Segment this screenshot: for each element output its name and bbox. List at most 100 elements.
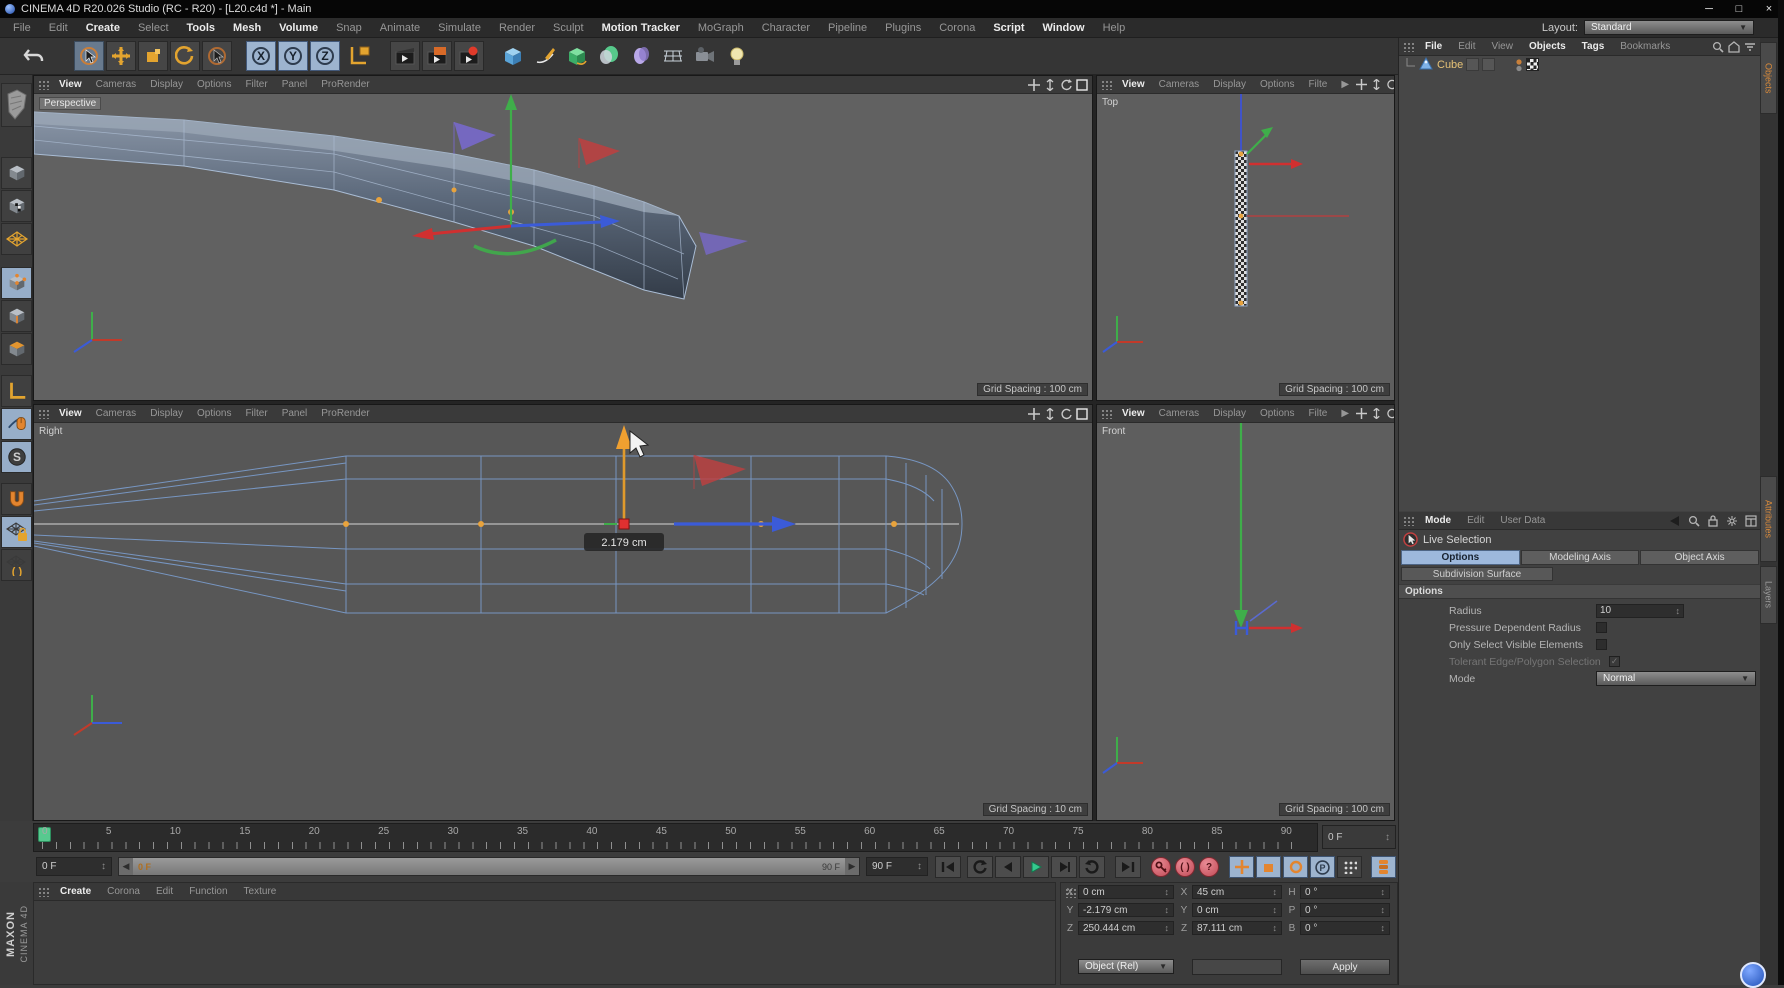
- record-keyframe-button[interactable]: [1151, 857, 1171, 877]
- menu-item[interactable]: MoGraph: [689, 22, 753, 34]
- menu-item[interactable]: Pipeline: [819, 22, 876, 34]
- lock-y-axis-button[interactable]: Y: [278, 41, 308, 71]
- pan-view-icon[interactable]: [1028, 408, 1040, 420]
- panel-menu-item[interactable]: Edit: [1459, 515, 1492, 526]
- viewport-menu-item[interactable]: Cameras: [89, 79, 144, 90]
- axis-mode-icon[interactable]: [1, 375, 32, 407]
- key-parameter-toggle[interactable]: P: [1310, 856, 1335, 878]
- menu-item[interactable]: Select: [129, 22, 178, 34]
- rotation-input[interactable]: 0 °↕: [1300, 903, 1390, 917]
- spinner-icon[interactable]: ↕: [1273, 887, 1278, 897]
- maximize-button[interactable]: □: [1724, 0, 1754, 18]
- menu-item[interactable]: Sculpt: [544, 22, 593, 34]
- rotate-view-icon[interactable]: [1386, 408, 1395, 419]
- texture-mode-icon[interactable]: [1, 190, 32, 222]
- visibility-dots-icon[interactable]: [1515, 58, 1523, 72]
- maximize-view-icon[interactable]: [1076, 79, 1088, 91]
- viewport-menu-item[interactable]: Display: [143, 79, 190, 90]
- undo-button[interactable]: [8, 41, 60, 71]
- play-button[interactable]: [1023, 856, 1049, 878]
- tab-objects[interactable]: Objects: [1760, 42, 1777, 114]
- previous-frame-button[interactable]: [995, 856, 1021, 878]
- viewport-menu-item[interactable]: ProRender: [314, 79, 376, 90]
- panel-menu-item[interactable]: Edit: [148, 886, 181, 897]
- spinner-icon[interactable]: ↕: [101, 861, 106, 872]
- make-editable-icon[interactable]: [1, 83, 32, 127]
- viewport-menu-item[interactable]: Display: [1206, 408, 1253, 419]
- menu-item[interactable]: Character: [753, 22, 819, 34]
- viewport-menu-item[interactable]: Display: [1206, 79, 1253, 90]
- rotate-view-icon[interactable]: [1060, 79, 1072, 91]
- record-parameters-button[interactable]: ( ): [1175, 857, 1195, 877]
- menu-item[interactable]: Plugins: [876, 22, 930, 34]
- live-selection-button[interactable]: [74, 41, 104, 71]
- key-pla-toggle[interactable]: [1337, 856, 1362, 878]
- timeline-ruler[interactable]: 051015202530354045505560657075808590: [33, 823, 1318, 852]
- size-input[interactable]: 0 cm↕: [1192, 903, 1282, 917]
- workplane-icon[interactable]: [1, 223, 32, 255]
- menu-item[interactable]: Snap: [327, 22, 371, 34]
- viewport-menu-item[interactable]: Filte: [1301, 408, 1334, 419]
- current-frame-field[interactable]: 0 F↕: [36, 857, 112, 876]
- gear-icon[interactable]: [1726, 515, 1738, 527]
- loop-button[interactable]: [1079, 856, 1105, 878]
- rotate-view-icon[interactable]: [1060, 408, 1072, 420]
- panel-menu-item[interactable]: Texture: [236, 886, 285, 897]
- viewport-menu-item[interactable]: Panel: [275, 79, 315, 90]
- panel-menu-item[interactable]: Bookmarks: [1612, 41, 1678, 52]
- workplane-toggle-icon[interactable]: ( ): [1, 549, 32, 581]
- size-input[interactable]: 45 cm↕: [1192, 885, 1282, 899]
- panel-menu-item[interactable]: User Data: [1492, 515, 1553, 526]
- lock-icon[interactable]: [1707, 515, 1719, 527]
- viewport-menu-item[interactable]: View: [52, 79, 89, 90]
- spinner-icon[interactable]: ↕: [1381, 905, 1386, 915]
- coordinate-space-dropdown[interactable]: Object (Rel)▼: [1078, 959, 1174, 974]
- add-environment-button[interactable]: [626, 41, 656, 71]
- render-settings-button[interactable]: [422, 41, 452, 71]
- add-camera-button[interactable]: [690, 41, 720, 71]
- material-manager[interactable]: CreateCoronaEditFunctionTexture: [33, 882, 1056, 985]
- viewport-perspective[interactable]: ViewCamerasDisplayOptionsFilterPanelProR…: [33, 75, 1093, 401]
- range-left-arrow-icon[interactable]: ◀: [119, 858, 133, 875]
- coordinate-system-button[interactable]: [342, 41, 376, 71]
- rotate-tool-button[interactable]: [170, 41, 200, 71]
- spinner-icon[interactable]: ↕: [1273, 923, 1278, 933]
- spinner-icon[interactable]: ↕: [1385, 832, 1390, 843]
- model-mode-icon[interactable]: [1, 157, 32, 189]
- attribute-tab[interactable]: Object Axis: [1640, 550, 1759, 565]
- add-subdivision-surface-button[interactable]: [562, 41, 592, 71]
- magnet-icon[interactable]: [1, 483, 32, 515]
- viewport-menu-item[interactable]: Display: [143, 408, 190, 419]
- viewport-menu-item[interactable]: ▶: [1334, 79, 1356, 90]
- panel-menu-item[interactable]: Tags: [1574, 41, 1613, 52]
- lock-x-axis-button[interactable]: X: [246, 41, 276, 71]
- object-manager[interactable]: Cube: [1399, 56, 1761, 511]
- lock-z-axis-button[interactable]: Z: [310, 41, 340, 71]
- menu-item[interactable]: Tools: [178, 22, 225, 34]
- home-icon[interactable]: [1728, 41, 1740, 53]
- position-input[interactable]: 0 cm↕: [1078, 885, 1174, 899]
- texture-tag-icon[interactable]: [1526, 58, 1539, 71]
- rotation-input[interactable]: 0 °↕: [1300, 921, 1390, 935]
- pan-view-icon[interactable]: [1356, 408, 1367, 419]
- viewport-menu-item[interactable]: Filter: [238, 79, 274, 90]
- pan-view-icon[interactable]: [1028, 79, 1040, 91]
- viewport-menu-item[interactable]: Filte: [1301, 79, 1334, 90]
- add-cube-button[interactable]: [498, 41, 528, 71]
- object-state-icon[interactable]: [1482, 58, 1495, 71]
- panel-menu-item[interactable]: Corona: [99, 886, 148, 897]
- viewport-top[interactable]: ViewCamerasDisplayOptionsFilte▶ Top Grid…: [1096, 75, 1395, 401]
- spinner-icon[interactable]: ↕: [1273, 905, 1278, 915]
- polygons-mode-icon[interactable]: [1, 333, 32, 365]
- spinner-icon[interactable]: ↕: [1676, 606, 1681, 616]
- object-row-cube[interactable]: Cube: [1399, 56, 1761, 73]
- viewport-menu-item[interactable]: ▶: [1334, 408, 1356, 419]
- viewport-front-canvas[interactable]: Front Grid Spacing : 100 cm: [1097, 423, 1394, 820]
- go-to-end-button[interactable]: [1115, 856, 1141, 878]
- menu-item[interactable]: Mesh: [224, 22, 270, 34]
- panel-menu-item[interactable]: Create: [52, 886, 99, 897]
- zoom-view-icon[interactable]: [1044, 408, 1056, 420]
- viewport-menu-item[interactable]: Options: [1253, 408, 1301, 419]
- viewport-menu-item[interactable]: Cameras: [89, 408, 144, 419]
- panel-grip-icon[interactable]: [1101, 80, 1113, 90]
